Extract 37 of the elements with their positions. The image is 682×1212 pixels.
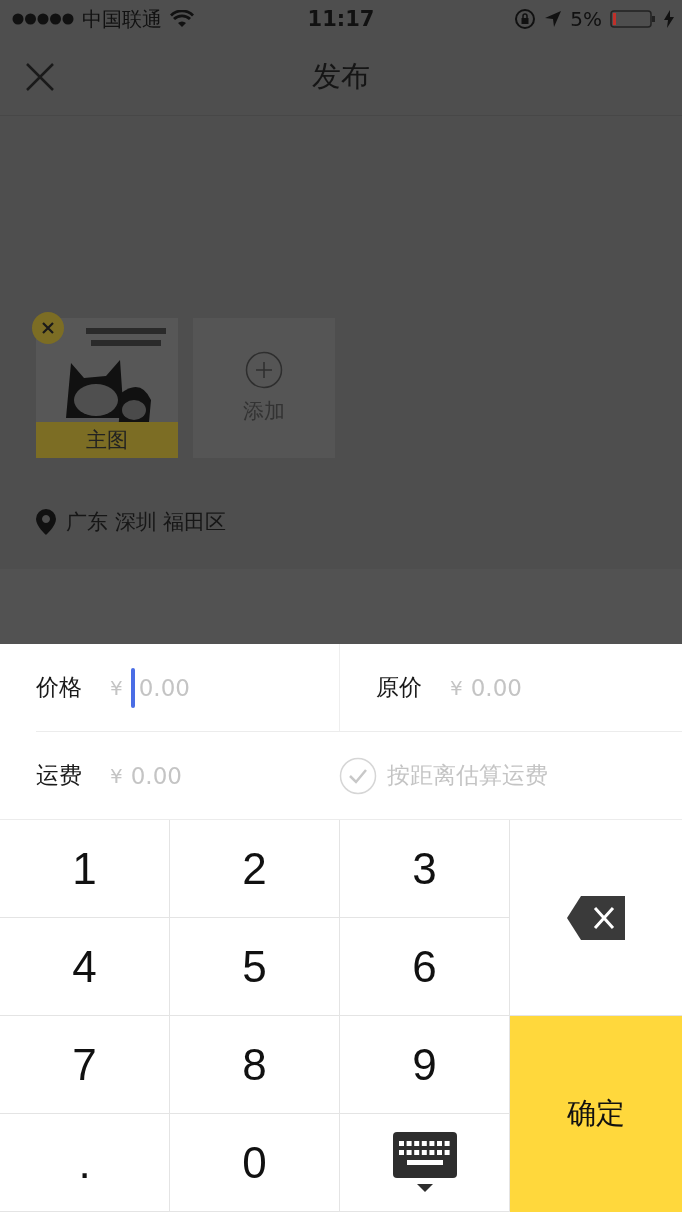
- battery-icon: [610, 10, 656, 28]
- location-arrow-icon: [544, 10, 563, 28]
- number-key[interactable]: 6: [340, 918, 510, 1016]
- keyboard-icon: [392, 1131, 457, 1194]
- location-text: 广东 深圳 福田区: [66, 509, 227, 536]
- number-key[interactable]: .: [0, 1114, 170, 1212]
- number-key[interactable]: 5: [170, 918, 340, 1016]
- status-time: 11:17: [307, 7, 375, 31]
- signal-icon: [12, 13, 74, 25]
- page-title: 发布: [312, 57, 370, 95]
- backspace-icon: [567, 895, 625, 940]
- remove-button[interactable]: [32, 312, 64, 344]
- number-key[interactable]: 4: [0, 918, 170, 1016]
- number-key[interactable]: 2: [170, 820, 340, 918]
- battery-percent: 5%: [570, 7, 602, 31]
- checkbox[interactable]: [339, 756, 377, 795]
- number-key[interactable]: 1: [0, 820, 170, 918]
- field-label: 运费: [36, 761, 82, 790]
- hide-keyboard-key[interactable]: [340, 1114, 510, 1212]
- field-label: 原价: [376, 673, 422, 702]
- number-key[interactable]: 3: [340, 820, 510, 918]
- carrier-name: 中国联通: [82, 5, 162, 33]
- close-icon: [42, 322, 54, 334]
- rotation-lock-icon: [514, 8, 537, 30]
- number-key[interactable]: 7: [0, 1016, 170, 1114]
- charging-icon: [664, 10, 674, 28]
- wifi-icon: [170, 10, 194, 28]
- number-key[interactable]: 8: [170, 1016, 340, 1114]
- text-cursor: [130, 667, 135, 708]
- main-image-label: 主图: [36, 422, 178, 458]
- confirm-key[interactable]: 确定: [510, 1016, 682, 1212]
- plus-icon: [245, 351, 283, 389]
- estimate-label: 按距离估算运费: [387, 761, 548, 790]
- number-key[interactable]: 9: [340, 1016, 510, 1114]
- number-key[interactable]: 0: [170, 1114, 340, 1212]
- location-pin-icon: [36, 509, 56, 535]
- field-label: 价格: [36, 673, 82, 702]
